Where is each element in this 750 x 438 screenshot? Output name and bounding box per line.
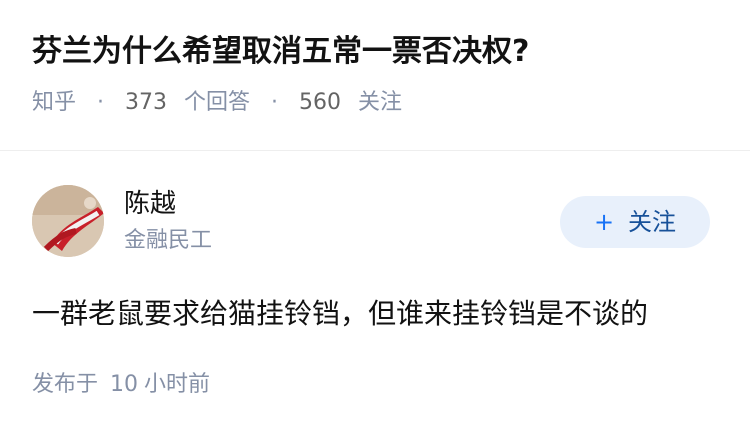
follow-count-label: 关注 (358, 90, 403, 115)
plus-icon: + (593, 208, 615, 236)
author-name[interactable]: 陈越 (124, 186, 176, 222)
header-divider (0, 150, 750, 151)
question-meta: 知乎 · 373 个回答 · 560 关注 (32, 88, 730, 118)
avatar[interactable] (32, 185, 104, 257)
answer-count[interactable]: 373 (125, 88, 167, 118)
answer-count-label[interactable]: 个回答 (184, 88, 250, 118)
follow-count: 560 (299, 90, 342, 115)
answer-item: 陈越 金融民工 + 关注 一群老鼠要求给猫挂铃铛，但谁来挂铃铛是不谈的 发布于 10… (32, 182, 710, 400)
time-prefix: 发布于 (32, 372, 99, 397)
user-avatar-photo-icon (32, 185, 104, 257)
zhihu-answer-page: 芬兰为什么希望取消五常一票否决权? 知乎 · 373 个回答 · 560 关注 (0, 0, 750, 438)
author-info: 陈越 金融民工 + 关注 (32, 182, 710, 262)
answer-time: 发布于 10 小时前 (32, 370, 710, 400)
follow-button[interactable]: + 关注 (560, 196, 710, 248)
meta-separator: · (271, 90, 279, 115)
author-headline: 金融民工 (124, 228, 213, 253)
time-suffix: 小时前 (144, 372, 211, 397)
source-label[interactable]: 知乎 (32, 88, 76, 118)
question-title[interactable]: 芬兰为什么希望取消五常一票否决权? (32, 30, 730, 74)
answer-content[interactable]: 一群老鼠要求给猫挂铃铛，但谁来挂铃铛是不谈的 (32, 294, 710, 334)
time-value: 10 (110, 372, 139, 397)
follow-button-label: 关注 (628, 208, 677, 236)
meta-separator: · (97, 90, 105, 115)
question-header: 芬兰为什么希望取消五常一票否决权? 知乎 · 373 个回答 · 560 关注 (32, 30, 730, 118)
